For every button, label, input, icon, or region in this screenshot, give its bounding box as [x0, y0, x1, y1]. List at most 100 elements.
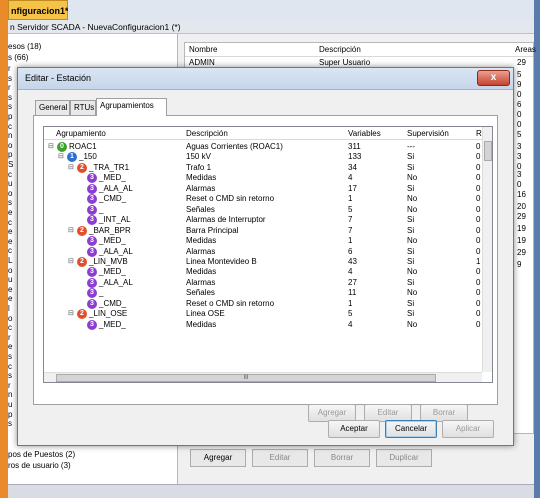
column-header-supervision[interactable]: Supervisión: [407, 129, 449, 138]
tree-item-clipped[interactable]: s: [8, 102, 12, 111]
tree-item-clipped[interactable]: e: [8, 342, 12, 351]
aceptar-button[interactable]: Aceptar: [328, 420, 380, 438]
document-tab[interactable]: nfiguracion1*: [8, 0, 69, 20]
tree-item-clipped[interactable]: r: [8, 381, 11, 390]
tree-item-clipped[interactable]: s: [8, 352, 12, 361]
tree-row[interactable]: ⊟ 2 _LIN_MVB Linea Montevideo B 43 Si 1: [44, 256, 484, 267]
tree-row[interactable]: ⊟ 2 _BAR_BPR Barra Principal 7 Si 0: [44, 225, 484, 236]
tree-item-clipped[interactable]: S: [8, 160, 13, 169]
tree-item-clipped[interactable]: e: [8, 294, 12, 303]
tree-item-clipped[interactable]: s: [8, 198, 12, 207]
aplicar-button[interactable]: Aplicar: [442, 420, 494, 438]
collapse-toggle-icon[interactable]: ⊟: [68, 257, 76, 265]
cell-variables: 7: [348, 225, 353, 235]
column-header-r[interactable]: R: [476, 129, 482, 138]
tree-item-clipped[interactable]: l: [8, 304, 10, 313]
tree-item[interactable]: ros de usuario (3): [8, 461, 71, 470]
tree-item-clipped[interactable]: c: [8, 218, 12, 227]
cell-r: 0: [476, 225, 481, 235]
tree-item-clipped[interactable]: p: [8, 410, 12, 419]
tree-item-clipped[interactable]: s: [8, 371, 12, 380]
tree-item-clipped[interactable]: o: [8, 189, 12, 198]
tree-item-clipped[interactable]: o: [8, 141, 12, 150]
agrupamientos-tree[interactable]: Agrupamiento Descripción Variables Super…: [43, 126, 493, 383]
close-icon[interactable]: x: [477, 70, 510, 86]
tree-item-clipped[interactable]: n: [8, 131, 12, 140]
tree-row[interactable]: 3 _ALA_AL Alarmas 17 Si 0: [44, 183, 484, 194]
column-header-nombre[interactable]: Nombre: [189, 45, 217, 54]
tab-rtus[interactable]: RTUs: [70, 100, 96, 115]
collapse-toggle-icon[interactable]: ⊟: [68, 226, 76, 234]
tree-row[interactable]: ⊟ 1 _150 150 kV 133 Si 0: [44, 151, 484, 163]
tree-item-clipped[interactable]: r: [8, 83, 11, 92]
tree-item-clipped[interactable]: c: [8, 323, 12, 332]
tree-item-clipped[interactable]: e: [8, 237, 12, 246]
tree-horizontal-scrollbar[interactable]: III: [44, 372, 482, 382]
cancelar-button[interactable]: Cancelar: [385, 420, 437, 438]
cell-agrupamiento: _LIN_MVB: [89, 256, 128, 266]
tree-item-clipped[interactable]: e: [8, 285, 12, 294]
tree-item-clipped[interactable]: e: [8, 227, 12, 236]
column-header-agrupamiento[interactable]: Agrupamiento: [56, 129, 106, 138]
tree-item[interactable]: pos de Puestos (2): [8, 450, 75, 459]
borrar-button[interactable]: Borrar: [314, 449, 370, 467]
tree-row[interactable]: 3 _MED_ Medidas 1 No 0: [44, 235, 484, 247]
tree-item-clipped[interactable]: p: [8, 112, 12, 121]
tree-item-clipped[interactable]: c: [8, 362, 12, 371]
cell-descripcion: Linea OSE: [186, 309, 225, 319]
tree-row[interactable]: 3 _CMD_ Reset o CMD sin retorno 1 Si 0: [44, 298, 484, 309]
collapse-toggle-icon[interactable]: ⊟: [58, 152, 66, 160]
tree-row[interactable]: 3 _ALA_AL Alarmas 27 Si 0: [44, 277, 484, 288]
tree-item[interactable]: s (66): [8, 53, 28, 62]
duplicar-button[interactable]: Duplicar: [376, 449, 432, 467]
tab-agrupamientos[interactable]: Agrupamientos: [96, 98, 167, 116]
tree-row[interactable]: 3 _ Señales 5 No 0: [44, 204, 484, 215]
tree-row[interactable]: 3 _INT_AL Alarmas de Interruptor 7 Si 0: [44, 214, 484, 226]
tree-item-clipped[interactable]: s: [8, 93, 12, 102]
tree-item-clipped[interactable]: n: [8, 390, 12, 399]
tree-item-clipped[interactable]: L: [8, 256, 12, 265]
scroll-thumb[interactable]: [484, 141, 492, 161]
tree-item-clipped[interactable]: r: [8, 333, 11, 342]
tree-row[interactable]: 3 _CMD_ Reset o CMD sin retorno 1 No 0: [44, 193, 484, 205]
tree-row[interactable]: 3 _MED_ Medidas 4 No 0: [44, 266, 484, 278]
column-header-descripcion[interactable]: Descripción: [186, 129, 228, 138]
tree-item[interactable]: esos (18): [8, 42, 41, 51]
tree-item-clipped[interactable]: o: [8, 266, 12, 275]
cell-r: 0: [476, 288, 481, 298]
cell-descripcion: Super Usuario: [319, 58, 371, 67]
column-header-descripcion[interactable]: Descripción: [319, 45, 361, 54]
tree-item-clipped[interactable]: s: [8, 74, 12, 83]
tab-general[interactable]: General: [35, 100, 70, 115]
tree-item-clipped[interactable]: r: [8, 64, 11, 73]
tree-item-clipped[interactable]: c: [8, 122, 12, 131]
editar-button[interactable]: Editar: [252, 449, 308, 467]
agregar-button[interactable]: Agregar: [190, 449, 246, 467]
tree-row[interactable]: 3 _MED_ Medidas 4 No 0: [44, 319, 484, 330]
tree-row[interactable]: ⊟ 2 _TRA_TR1 Trafo 1 34 Si 0: [44, 162, 484, 173]
tree-row[interactable]: ⊟ 2 _LIN_OSE Linea OSE 5 Si 0: [44, 308, 484, 320]
tree-item-clipped[interactable]: u: [8, 275, 12, 284]
tree-row[interactable]: 3 _MED_ Medidas 4 No 0: [44, 172, 484, 184]
collapse-toggle-icon[interactable]: ⊟: [48, 142, 56, 150]
column-header-variables[interactable]: Variables: [348, 129, 381, 138]
level-badge-icon: 3: [87, 319, 97, 330]
tree-row[interactable]: 3 _ Señales 11 No 0: [44, 287, 484, 299]
tree-item-clipped[interactable]: o: [8, 314, 12, 323]
tree-item-clipped[interactable]: u: [8, 179, 12, 188]
scroll-thumb[interactable]: III: [56, 374, 436, 382]
tree-item-clipped[interactable]: e: [8, 208, 12, 217]
tree-item-clipped[interactable]: u: [8, 400, 12, 409]
column-header-areas[interactable]: Areas: [515, 45, 536, 54]
cell-variables: 1: [348, 236, 353, 246]
tree-vertical-scrollbar[interactable]: [482, 127, 492, 372]
tree-item-clipped[interactable]: c: [8, 170, 12, 179]
collapse-toggle-icon[interactable]: ⊟: [68, 309, 76, 317]
tree-item-clipped[interactable]: c: [8, 246, 12, 255]
tree-row[interactable]: 3 _ALA_AL Alarmas 6 Si 0: [44, 246, 484, 257]
tree-item-clipped[interactable]: s: [8, 419, 12, 428]
cell-supervision: No: [407, 194, 418, 204]
tree-item-clipped[interactable]: p: [8, 150, 12, 159]
collapse-toggle-icon[interactable]: ⊟: [68, 163, 76, 171]
tree-row[interactable]: ⊟ 0 ROAC1 Aguas Corrientes (ROAC1) 311 --- 0: [44, 141, 484, 152]
